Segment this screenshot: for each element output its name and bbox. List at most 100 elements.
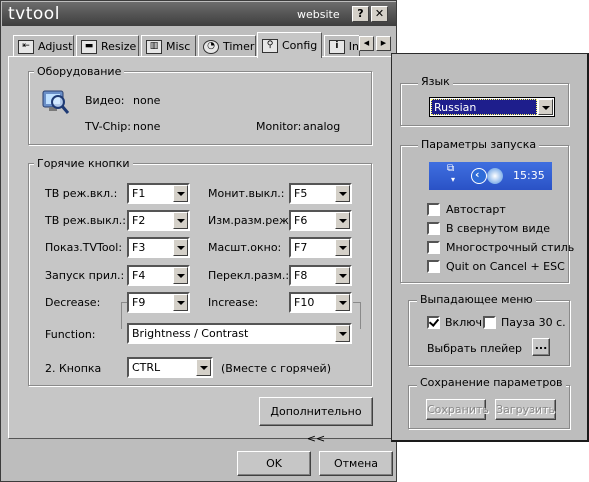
menu-enable-checkbox[interactable] [427,316,440,329]
load-button[interactable]: Загрузить [495,399,556,420]
down-arrow-icon: ▾ [451,175,456,184]
help-button[interactable]: ? [352,6,369,22]
function-label: Function: [45,328,96,341]
quit-esc-label: Quit on Cancel + ESC [446,260,565,273]
player-label: Выбрать плейер [427,342,523,355]
info-icon: i [329,39,345,54]
save-button[interactable]: Сохранить [426,399,489,420]
bracket-line [360,302,361,329]
video-value: none [133,94,161,107]
pause-label: Пауза 30 с. [501,316,566,329]
tab-label: In [348,40,359,53]
tab-label: Config [282,39,318,52]
tab-config[interactable]: ⚲ Config [257,32,322,58]
chevron-down-icon[interactable] [335,325,350,342]
chevron-down-icon[interactable] [196,359,211,376]
quit-esc-checkbox[interactable] [427,260,440,273]
cancel-button[interactable]: Отмена [319,451,393,476]
advanced-button[interactable]: Дополнительно << [259,397,373,445]
hotkey-label: Изм.разм.реж: [208,214,293,227]
chevron-left-icon: ‹ [471,168,487,184]
tab-scroll-right[interactable]: ▶ [376,36,391,51]
dropdown-menu-group [408,300,570,366]
ok-button[interactable]: OK [237,451,311,476]
chevron-down-icon[interactable] [173,267,188,284]
tab-scroll-left[interactable]: ◀ [359,36,374,51]
save-params-title: Сохранение параметров [417,376,566,389]
tvchip-label: TV-Chip: [85,120,131,133]
chevron-down-icon[interactable] [538,99,553,115]
hotkey-select[interactable]: F8 [289,265,352,286]
hotkey-label: ТВ реж.выкл.: [45,214,126,227]
video-label: Видео: [85,94,125,107]
pause-checkbox[interactable] [483,316,496,329]
hardware-title: Оборудование [34,65,125,78]
autostart-label: Автостарт [446,203,506,216]
tray-clock: 15:35 [513,169,545,182]
bracket-line [353,302,360,303]
multiline-label: Многострочный стиль [446,241,575,254]
multiline-checkbox[interactable] [427,241,440,254]
hotkeys-title: Горячие кнопки [34,157,133,170]
hotkey-select[interactable]: F7 [289,237,352,258]
chevron-down-icon[interactable] [173,239,188,256]
window-title: tvtool [8,4,60,24]
hotkey-select[interactable]: F1 [127,183,190,204]
hotkey-select[interactable]: F5 [289,183,352,204]
startup-title: Параметры запуска [418,138,540,151]
language-title: Язык [418,75,453,88]
chevron-down-icon[interactable] [335,239,350,256]
chevron-down-icon[interactable] [335,185,350,202]
hotkey-label: Запуск прил.: [45,269,125,282]
hotkey-label: Масшт.окно: [208,241,282,254]
dropdown-menu-title: Выпадающее меню [417,293,536,306]
tab-misc[interactable]: ▥ Misc [141,35,196,57]
menu-enable-label: Включ. [445,316,486,329]
tab-label: Adjust [38,40,73,53]
tab-resize[interactable]: ▬ Resize [76,35,139,57]
hotkey-label: Монит.выкл.: [208,187,285,200]
main-window: tvtool website ? ✕ ⇤ Adjust ▬ Resize ▥ M… [0,0,397,482]
hotkey-label: ТВ реж.вкл.: [45,187,118,200]
chevron-down-icon[interactable] [173,294,188,311]
chevron-down-icon[interactable] [335,212,350,229]
close-button[interactable]: ✕ [371,6,388,22]
tab-timer[interactable]: ◔ Timer [198,35,256,57]
choose-player-button[interactable]: ... [532,338,550,356]
increase-select[interactable]: F10 [289,292,352,313]
adjust-icon: ⇤ [18,39,34,54]
language-select[interactable]: Russian [429,97,555,117]
title-bar[interactable]: tvtool website ? ✕ [2,2,396,26]
tab-adjust[interactable]: ⇤ Adjust [13,35,74,57]
chevron-down-icon[interactable] [173,185,188,202]
window-list-icon: ⧉ [447,163,455,174]
increase-label: Increase: [208,296,259,309]
hotkey-select[interactable]: F4 [127,265,190,286]
language-selected: Russian [431,99,537,115]
decrease-select[interactable]: F9 [127,292,190,313]
hotkey-label: Показ.TVTool: [45,241,123,254]
hotkey-label: Перекл.разм.: [208,269,290,282]
tab-label: Resize [101,40,137,53]
misc-icon: ▥ [146,39,162,54]
key2-select[interactable]: CTRL [127,357,213,378]
hotkey-select[interactable]: F2 [127,210,190,231]
monitor-value: analog [303,120,341,133]
tab-info[interactable]: i In [324,35,360,57]
chevron-down-icon[interactable] [335,294,350,311]
minimized-checkbox[interactable] [427,222,440,235]
function-select[interactable]: Brightness / Contrast [127,323,352,344]
minimized-label: В свернутом виде [446,222,550,235]
tab-label: Timer [223,40,255,53]
hotkey-select[interactable]: F6 [289,210,352,231]
taskbar-preview: ⧉ ▾ ‹ 15:35 [429,162,552,190]
monitor-label: Monitor: [256,120,302,133]
chevron-down-icon[interactable] [335,267,350,284]
autostart-checkbox[interactable] [427,203,440,216]
website-link[interactable]: website [297,8,340,21]
tvchip-value: none [133,120,161,133]
hotkey-select[interactable]: F3 [127,237,190,258]
monitor-search-icon [42,90,70,114]
chevron-down-icon[interactable] [173,212,188,229]
config-icon: ⚲ [262,38,278,53]
